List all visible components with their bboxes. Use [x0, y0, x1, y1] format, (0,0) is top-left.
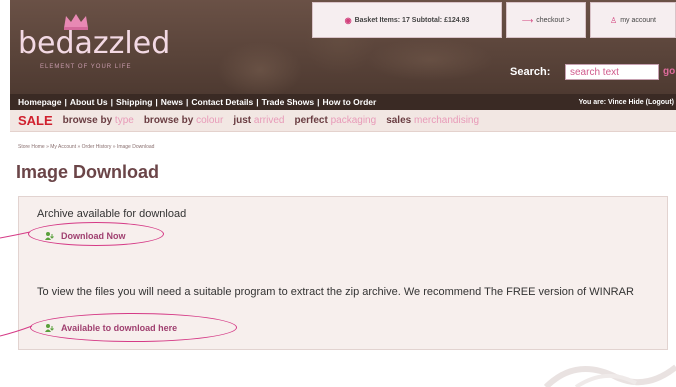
nav-about-us[interactable]: About Us — [70, 97, 108, 107]
nav-separator: | — [64, 97, 67, 107]
highlight-ring-download-here — [30, 313, 237, 342]
nav-news[interactable]: News — [161, 97, 183, 107]
nav-contact-details[interactable]: Contact Details — [191, 97, 253, 107]
search-label: Search: — [510, 66, 551, 78]
arrow-icon: ⟶ — [521, 15, 534, 25]
nav-separator: | — [256, 97, 259, 107]
nav-separator: | — [110, 97, 114, 107]
sales-merchandising-link[interactable]: sales merchandising — [386, 115, 479, 126]
nav-separator: | — [155, 97, 158, 107]
checkout-button[interactable]: ⟶ checkout > — [506, 2, 586, 38]
basket-icon: ◉ — [344, 15, 352, 25]
decorative-swirl — [543, 364, 676, 387]
page-title: Image Download — [16, 162, 160, 182]
nav-shipping[interactable]: Shipping — [116, 97, 152, 107]
nav-homepage[interactable]: Homepage — [18, 97, 61, 107]
search-go-button[interactable]: go — [663, 66, 675, 77]
site-logo[interactable]: bedazzled — [18, 28, 170, 60]
breadcrumb[interactable]: Store Home » My Account » Order History … — [18, 144, 154, 150]
highlight-ring-download-now — [28, 222, 164, 246]
browse-by-colour-link[interactable]: browse by colour — [144, 115, 224, 126]
site-header: bedazzled ELEMENT OF YOUR LIFE ◉ Basket … — [10, 0, 676, 94]
main-navigation: Homepage | About Us | Shipping | News | … — [10, 94, 676, 110]
nav-separator: | — [186, 97, 189, 107]
basket-summary[interactable]: ◉ Basket Items: 17 Subtotal: £124.93 — [312, 2, 502, 38]
my-account-button[interactable]: ♙ my account — [590, 2, 676, 38]
logged-in-user[interactable]: You are: Vince Hide (Logout) — [579, 99, 676, 106]
nav-separator: | — [317, 97, 320, 107]
sale-link[interactable]: SALE — [18, 113, 53, 128]
search-input[interactable] — [565, 64, 659, 80]
browse-by-type-link[interactable]: browse by type — [63, 115, 134, 126]
category-navigation: SALE browse by type browse by colour jus… — [10, 110, 676, 132]
checkout-label: checkout > — [536, 16, 571, 24]
nav-how-to-order[interactable]: How to Order — [322, 97, 376, 107]
nav-trade-shows[interactable]: Trade Shows — [262, 97, 314, 107]
logo-tagline: ELEMENT OF YOUR LIFE — [40, 64, 132, 70]
archive-available-text: Archive available for download — [37, 208, 187, 220]
account-label: my account — [620, 16, 656, 24]
just-arrived-link[interactable]: just arrived — [233, 115, 284, 126]
basket-text: Basket Items: 17 Subtotal: £124.93 — [354, 16, 470, 24]
person-icon: ♙ — [610, 15, 618, 25]
instructions-text: To view the files you will need a suitab… — [37, 286, 634, 298]
perfect-packaging-link[interactable]: perfect packaging — [294, 115, 376, 126]
